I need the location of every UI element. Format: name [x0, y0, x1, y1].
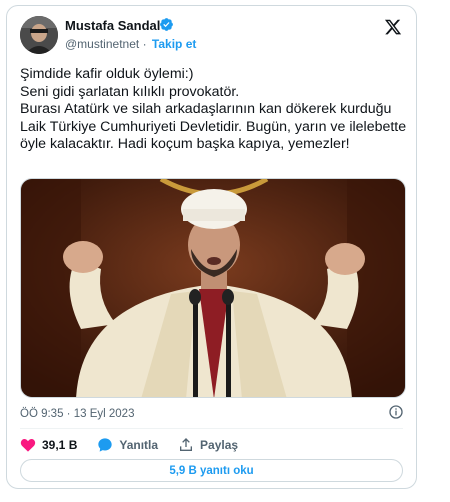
like-count: 39,1 B: [42, 438, 78, 452]
tweet-image[interactable]: [20, 178, 406, 398]
share-label: Paylaş: [200, 438, 239, 452]
share-button[interactable]: Paylaş: [178, 437, 238, 453]
read-replies-button[interactable]: 5,9 B yanıtı oku: [20, 459, 403, 482]
reply-bubble-icon: [98, 438, 113, 452]
like-button[interactable]: 39,1 B: [20, 437, 77, 453]
divider: [20, 428, 403, 429]
author-handle[interactable]: @mustinetnet: [65, 37, 139, 51]
verified-badge-icon: [160, 18, 173, 31]
tweet-actions: 39,1 B Yanıtla Paylaş: [20, 434, 258, 456]
reply-button[interactable]: Yanıtla: [97, 437, 158, 453]
author-name[interactable]: Mustafa Sandal: [65, 18, 160, 33]
tweet-text: Şimdide kafir olduk öylemi:) Seni gidi ş…: [20, 66, 407, 152]
avatar[interactable]: [20, 16, 58, 54]
x-logo-icon[interactable]: [384, 18, 402, 36]
author-handle-row: @mustinetnet · Takip et: [65, 37, 196, 51]
tweet-timestamp[interactable]: ÖÖ 9:35 · 13 Eyl 2023: [20, 408, 134, 420]
tweet-card: Mustafa Sandal @mustinetnet · Takip et Ş…: [6, 5, 417, 489]
reply-label: Yanıtla: [119, 438, 159, 452]
tweet-date: 13 Eyl 2023: [73, 408, 135, 420]
meta-separator: ·: [66, 408, 71, 420]
share-icon: [180, 438, 193, 451]
separator-dot: ·: [142, 37, 147, 51]
tweet-time: ÖÖ 9:35: [20, 408, 64, 420]
follow-button[interactable]: Takip et: [152, 37, 196, 51]
info-icon[interactable]: [388, 404, 404, 420]
heart-icon: [20, 439, 36, 452]
